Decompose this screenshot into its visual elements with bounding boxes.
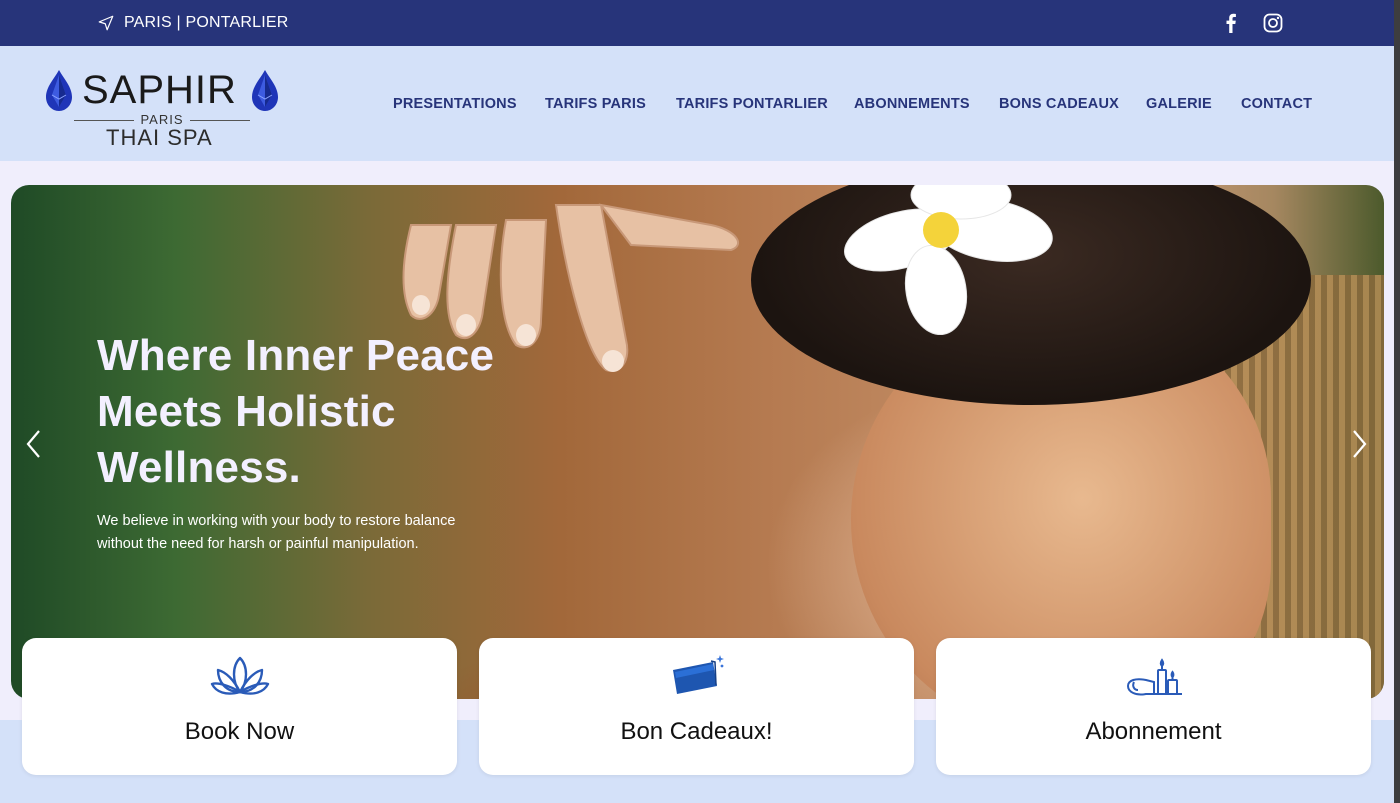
location-info: PARIS | PONTARLIER [97,12,289,34]
subscription-card[interactable]: Abonnement [936,638,1371,775]
top-bar: PARIS | PONTARLIER [0,0,1400,46]
logo-divider [189,119,250,121]
window-edge [1394,0,1400,803]
nav-item-tarifs-pontarlier[interactable]: TARIFS PONTARLIER [676,96,828,112]
book-now-card[interactable]: Book Now [22,638,457,775]
card-label: Book Now [184,718,295,745]
slider-next-icon[interactable] [1347,428,1371,460]
hero-description: We believe in working with your body to … [97,513,456,552]
card-label: Abonnement [1085,718,1222,745]
nav-item-abonnements[interactable]: ABONNEMENTS [854,96,970,112]
nav-item-bons-cadeaux[interactable]: BONS CADEAUX [999,96,1119,112]
hero-title: Where Inner Peace Meets Holistic Wellnes… [97,331,495,492]
slider-prev-icon[interactable] [22,428,46,460]
nav-item-contact[interactable]: CONTACT [1241,96,1312,112]
nav-item-presentations[interactable]: PRESENTATIONS [393,96,517,112]
sapphire-gem-icon [252,70,278,111]
nav-item-tarifs-paris[interactable]: TARIFS PARIS [545,96,646,112]
location-text: PARIS | PONTARLIER [124,14,289,31]
gift-card-icon [672,655,724,694]
frangipani-flower-image [844,185,1053,335]
spa-candles-icon [1126,658,1182,696]
logo-name: SAPHIR [82,68,237,112]
lotus-icon [210,656,269,695]
facebook-icon[interactable] [1222,13,1240,33]
navigation-arrow-icon [98,15,114,31]
site-header: SAPHIR PARIS THAI SPA PRESENTATIONS TARI… [0,46,1394,161]
instagram-icon[interactable] [1263,13,1283,33]
logo-subtitle: THAI SPA [106,125,213,150]
hero-slider: Where Inner Peace Meets Holistic Wellnes… [11,185,1384,699]
card-label: Bon Cadeaux! [620,718,773,745]
nav-item-galerie[interactable]: GALERIE [1146,96,1212,112]
logo-divider [74,119,135,121]
gift-card-card[interactable]: Bon Cadeaux! [479,638,914,775]
logo[interactable]: SAPHIR PARIS THAI SPA [44,64,284,150]
sapphire-gem-icon [46,70,72,111]
